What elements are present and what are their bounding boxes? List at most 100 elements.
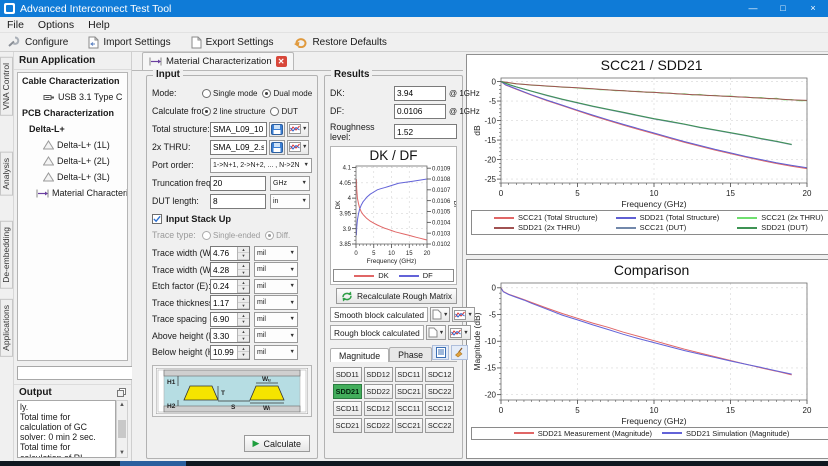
clear-plots-button[interactable] [451,345,469,360]
scroll-thumb[interactable] [118,420,126,438]
tree-item[interactable]: Delta-L+ [18,121,127,137]
truncation-unit-select[interactable]: GHz ▼ [270,175,310,191]
sparam-button-sdd12[interactable]: SDD12 [363,367,393,382]
tab-phase[interactable]: Phase [389,347,433,361]
spinner-arrows[interactable]: ▲ ▼ [237,329,249,342]
spinner-arrows[interactable]: ▲ ▼ [237,279,249,293]
sparam-button-scc11[interactable]: SCC11 [394,401,424,416]
unit-select[interactable]: mil ▼ [254,311,298,327]
unit-select[interactable]: mil ▼ [254,245,298,261]
radio-single-mode[interactable] [202,88,211,98]
menu-file[interactable]: File [0,19,31,31]
output-scrollbar[interactable]: ▲ ▼ [116,400,128,458]
spinner-arrows[interactable]: ▲ ▼ [237,345,249,359]
dk-value-field[interactable] [394,85,446,101]
truncation-freq-input[interactable] [210,175,266,191]
spinner-arrows[interactable]: ▲ ▼ [237,296,249,309]
minimize-button[interactable]: — [738,0,768,17]
sparam-button-sdd11[interactable]: SDD11 [333,367,362,382]
plot-icon [454,309,467,320]
close-tab-icon[interactable]: ✕ [275,56,287,67]
unit-select[interactable]: mil ▼ [254,278,298,294]
command-input[interactable] [17,365,142,380]
stackup-value-stepper[interactable]: ▲▼ [210,328,250,343]
total-structure-browse-button[interactable] [269,121,285,137]
sparam-button-sdc11[interactable]: SDC11 [394,367,424,382]
configure-button[interactable]: Configure [4,35,71,49]
thru-plot-button[interactable]: ▼ [287,139,310,155]
roughness-level-field[interactable] [394,124,457,139]
stackup-value-stepper[interactable]: ▲▼ [210,344,250,360]
report-button[interactable] [432,345,450,360]
tree-item[interactable]: Delta-L+ (2L) [18,153,127,169]
thru-input[interactable] [210,139,267,155]
stackup-value-stepper[interactable]: ▲▼ [210,295,250,310]
tree-item[interactable]: USB 3.1 Type C [18,89,127,105]
unit-select[interactable]: mil ▼ [254,262,298,277]
sparam-button-sdc12[interactable]: SDC12 [425,367,454,382]
spinner-arrows[interactable]: ▲ ▼ [237,246,249,260]
menu-options[interactable]: Options [31,19,81,31]
sparam-button-scc12[interactable]: SCC12 [425,401,454,416]
input-stack-up-checkbox[interactable] [152,214,162,224]
sparam-button-scd12[interactable]: SCD12 [363,401,393,416]
scroll-up-icon[interactable]: ▲ [119,401,125,409]
close-button[interactable]: × [798,0,828,17]
dut-length-input[interactable] [210,193,266,209]
tree-item[interactable]: Delta-L+ (1L) [18,137,127,153]
maximize-button[interactable]: □ [768,0,798,17]
stackup-value-stepper[interactable]: ▲▼ [210,311,250,327]
unit-select[interactable]: mil ▼ [254,295,298,310]
sparam-button-sdd21[interactable]: SDD21 [333,384,362,399]
svg-text:3.9: 3.9 [343,227,352,233]
stackup-value-stepper[interactable]: ▲▼ [210,245,250,261]
sparam-button-sdd22[interactable]: SDD22 [363,384,393,399]
smooth-block-save-button[interactable]: ▼ [429,307,451,322]
unit-select[interactable]: mil ▼ [254,328,298,343]
sparam-button-sdc21[interactable]: SDC21 [394,384,424,399]
port-order-select[interactable]: 1->N+1, 2->N+2, ... , N->2N ▼ [210,157,312,173]
total-structure-input[interactable] [210,121,267,137]
sparam-button-scd21[interactable]: SCD21 [333,418,362,433]
sparam-button-sdc22[interactable]: SDC22 [425,384,454,399]
tab-material-characterization[interactable]: Material Characterization ✕ [142,52,294,70]
tree-item[interactable]: PCB Characterization [18,105,127,121]
tab-vna-control[interactable]: VNA Control [0,57,13,116]
sparam-button-scc22[interactable]: SCC22 [425,418,454,433]
rough-block-plot-button[interactable]: ▼ [448,325,471,340]
radio-2-line-structure[interactable] [202,106,211,116]
tab-analysis[interactable]: Analysis [0,151,13,196]
tree-item[interactable]: Cable Characterization [18,73,127,89]
sparam-button-scc21[interactable]: SCC21 [394,418,424,433]
spinner-arrows[interactable]: ▲ ▼ [237,312,249,326]
tree-item[interactable]: Material Characterization [18,185,127,201]
spinner-arrows[interactable]: ▲ ▼ [237,263,249,276]
radio-dual-mode[interactable] [262,88,272,98]
smooth-block-plot-button[interactable]: ▼ [452,307,475,322]
total-structure-plot-button[interactable]: ▼ [287,121,310,137]
export-settings-button[interactable]: Export Settings [188,35,277,50]
rough-block-save-button[interactable]: ▼ [425,325,447,340]
radio-dut[interactable] [270,106,280,116]
sparam-button-scd22[interactable]: SCD22 [363,418,393,433]
import-settings-button[interactable]: Import Settings [85,35,173,50]
stackup-value-stepper[interactable]: ▲▼ [210,262,250,277]
calculate-button[interactable]: ▶ Calculate [243,435,310,452]
df-value-field[interactable] [394,103,446,119]
stackup-value-stepper[interactable]: ▲▼ [210,278,250,294]
tab-magnitude[interactable]: Magnitude [330,348,390,362]
menu-help[interactable]: Help [81,19,117,31]
scroll-down-icon[interactable]: ▼ [119,449,125,457]
tab-applications[interactable]: Applications [0,299,13,358]
unit-select[interactable]: mil ▼ [254,344,298,360]
app-icon [4,3,15,14]
output-log[interactable]: ly. Total time for calculation of GC solv… [17,400,116,458]
tab-de-embedding[interactable]: De-embedding [0,221,13,290]
recalculate-rough-matrix-button[interactable]: Recalculate Rough Matrix [336,288,457,304]
tree-item[interactable]: Delta-L+ (3L) [18,169,127,185]
restore-defaults-button[interactable]: Restore Defaults [290,35,389,49]
thru-browse-button[interactable] [269,139,285,155]
sparam-button-scd11[interactable]: SCD11 [333,401,362,416]
dut-length-unit-select[interactable]: in ▼ [270,193,310,209]
float-panel-icon[interactable] [117,388,126,397]
